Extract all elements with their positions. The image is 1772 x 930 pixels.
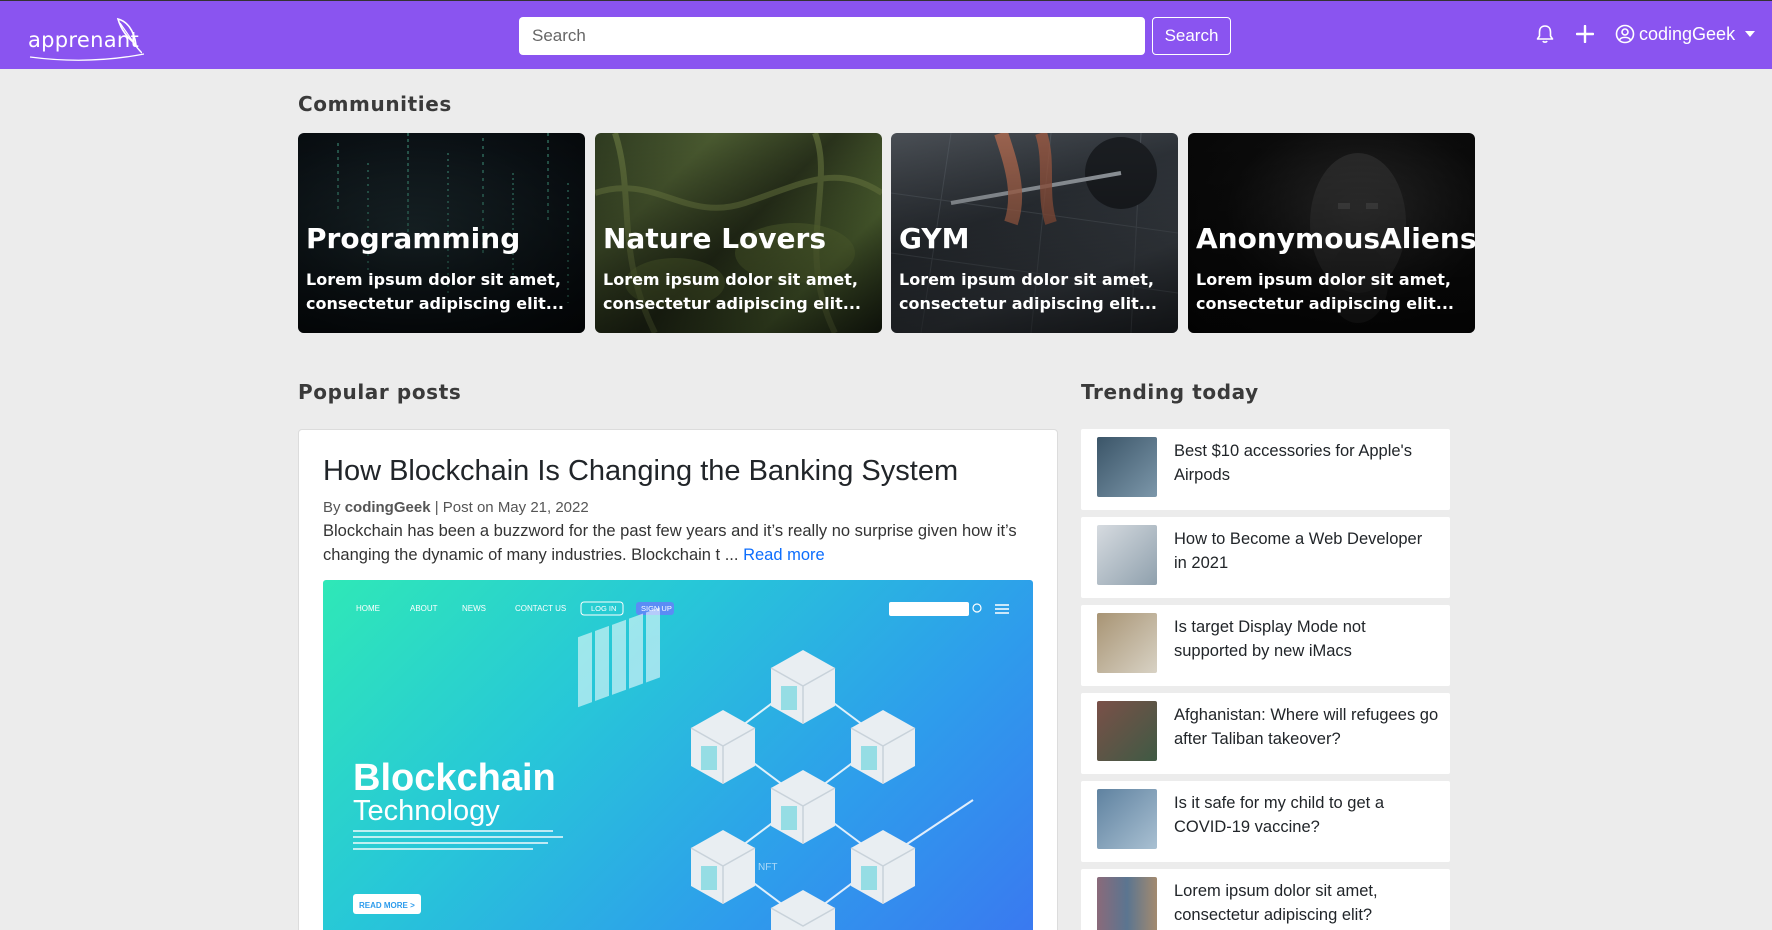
trending-title: How to Become a Web Developer in 2021: [1174, 530, 1423, 572]
plus-icon[interactable]: [1572, 21, 1598, 47]
trending-thumbnail: [1097, 701, 1157, 761]
trending-title: Afghanistan: Where will refugees go afte…: [1174, 706, 1439, 748]
feather-icon: [116, 17, 142, 54]
brand-swoosh: [29, 53, 145, 61]
trending-thumbnail: [1097, 789, 1157, 849]
trending-title: Is it safe for my child to get a COVID-1…: [1174, 794, 1385, 836]
popular-posts-heading: Popular posts: [298, 380, 462, 404]
trending-thumbnail: [1097, 877, 1157, 930]
image-nav-item: NEWS: [462, 604, 486, 613]
image-nav-item: ABOUT: [410, 604, 438, 613]
trending-title: Lorem ipsum dolor sit amet, consectetur …: [1174, 882, 1378, 924]
trending-heading: Trending today: [1081, 380, 1259, 404]
caret-down-icon: [1745, 31, 1756, 37]
image-nft-label: NFT: [758, 862, 777, 873]
post-meta: By codingGeek | Post on May 21, 2022: [323, 499, 589, 516]
post-card: How Blockchain Is Changing the Banking S…: [298, 429, 1058, 930]
trending-item[interactable]: Is target Display Mode not supported by …: [1081, 605, 1450, 686]
search-button[interactable]: Search: [1152, 17, 1231, 55]
community-description: Lorem ipsum dolor sit amet, consectetur …: [899, 270, 1158, 313]
community-name: Programming: [306, 222, 521, 255]
image-nav-item: CONTACT US: [515, 604, 566, 613]
trending-item[interactable]: Lorem ipsum dolor sit amet, consectetur …: [1081, 869, 1450, 930]
community-description: Lorem ipsum dolor sit amet, consectetur …: [1196, 270, 1455, 313]
image-cta: READ MORE >: [359, 901, 415, 910]
trending-title: Is target Display Mode not supported by …: [1174, 618, 1366, 660]
user-menu[interactable]: codingGeek: [1615, 21, 1756, 47]
community-name: Nature Lovers: [603, 222, 826, 255]
trending-item[interactable]: How to Become a Web Developer in 2021: [1081, 517, 1450, 598]
community-description: Lorem ipsum dolor sit amet, consectetur …: [603, 270, 862, 313]
post-image: HOME ABOUT NEWS CONTACT US LOG IN SIGN U…: [323, 580, 1033, 930]
trending-thumbnail: [1097, 437, 1157, 497]
user-circle-icon: [1615, 24, 1635, 44]
communities-heading: Communities: [298, 92, 452, 116]
trending-item[interactable]: Best $10 accessories for Apple's Airpods: [1081, 429, 1450, 510]
community-card-programming[interactable]: Programming Lorem ipsum dolor sit amet, …: [298, 133, 585, 333]
search-input[interactable]: [519, 17, 1145, 55]
server-blades: [578, 607, 660, 708]
brand-logo[interactable]: apprenant: [28, 15, 145, 61]
bell-icon[interactable]: [1532, 21, 1558, 47]
top-navbar: apprenant Search codingGeek: [0, 0, 1772, 69]
community-card-nature-lovers[interactable]: Nature Lovers Lorem ipsum dolor sit amet…: [595, 133, 882, 333]
image-nav-item: HOME: [356, 604, 380, 613]
image-subheadline: Technology: [353, 795, 500, 827]
trending-item[interactable]: Afghanistan: Where will refugees go afte…: [1081, 693, 1450, 774]
image-headline: Blockchain: [353, 757, 556, 799]
trending-thumbnail: [1097, 613, 1157, 673]
trending-title: Best $10 accessories for Apple's Airpods: [1174, 442, 1412, 484]
community-name: AnonymousAliens: [1196, 222, 1475, 255]
post-title[interactable]: How Blockchain Is Changing the Banking S…: [323, 455, 958, 488]
image-login-label: LOG IN: [591, 604, 616, 613]
trending-item[interactable]: Is it safe for my child to get a COVID-1…: [1081, 781, 1450, 862]
trending-thumbnail: [1097, 525, 1157, 585]
community-description: Lorem ipsum dolor sit amet, consectetur …: [306, 270, 565, 313]
post-excerpt: Blockchain has been a buzzword for the p…: [323, 522, 1017, 564]
read-more-link[interactable]: Read more: [743, 546, 825, 564]
community-card-gym[interactable]: GYM Lorem ipsum dolor sit amet, consecte…: [891, 133, 1178, 333]
username-label: codingGeek: [1639, 23, 1736, 44]
post-author[interactable]: codingGeek: [345, 499, 431, 516]
community-card-anonymous-aliens[interactable]: AnonymousAliens Lorem ipsum dolor sit am…: [1188, 133, 1475, 333]
community-name: GYM: [899, 222, 970, 255]
cube-cluster: [690, 650, 916, 930]
